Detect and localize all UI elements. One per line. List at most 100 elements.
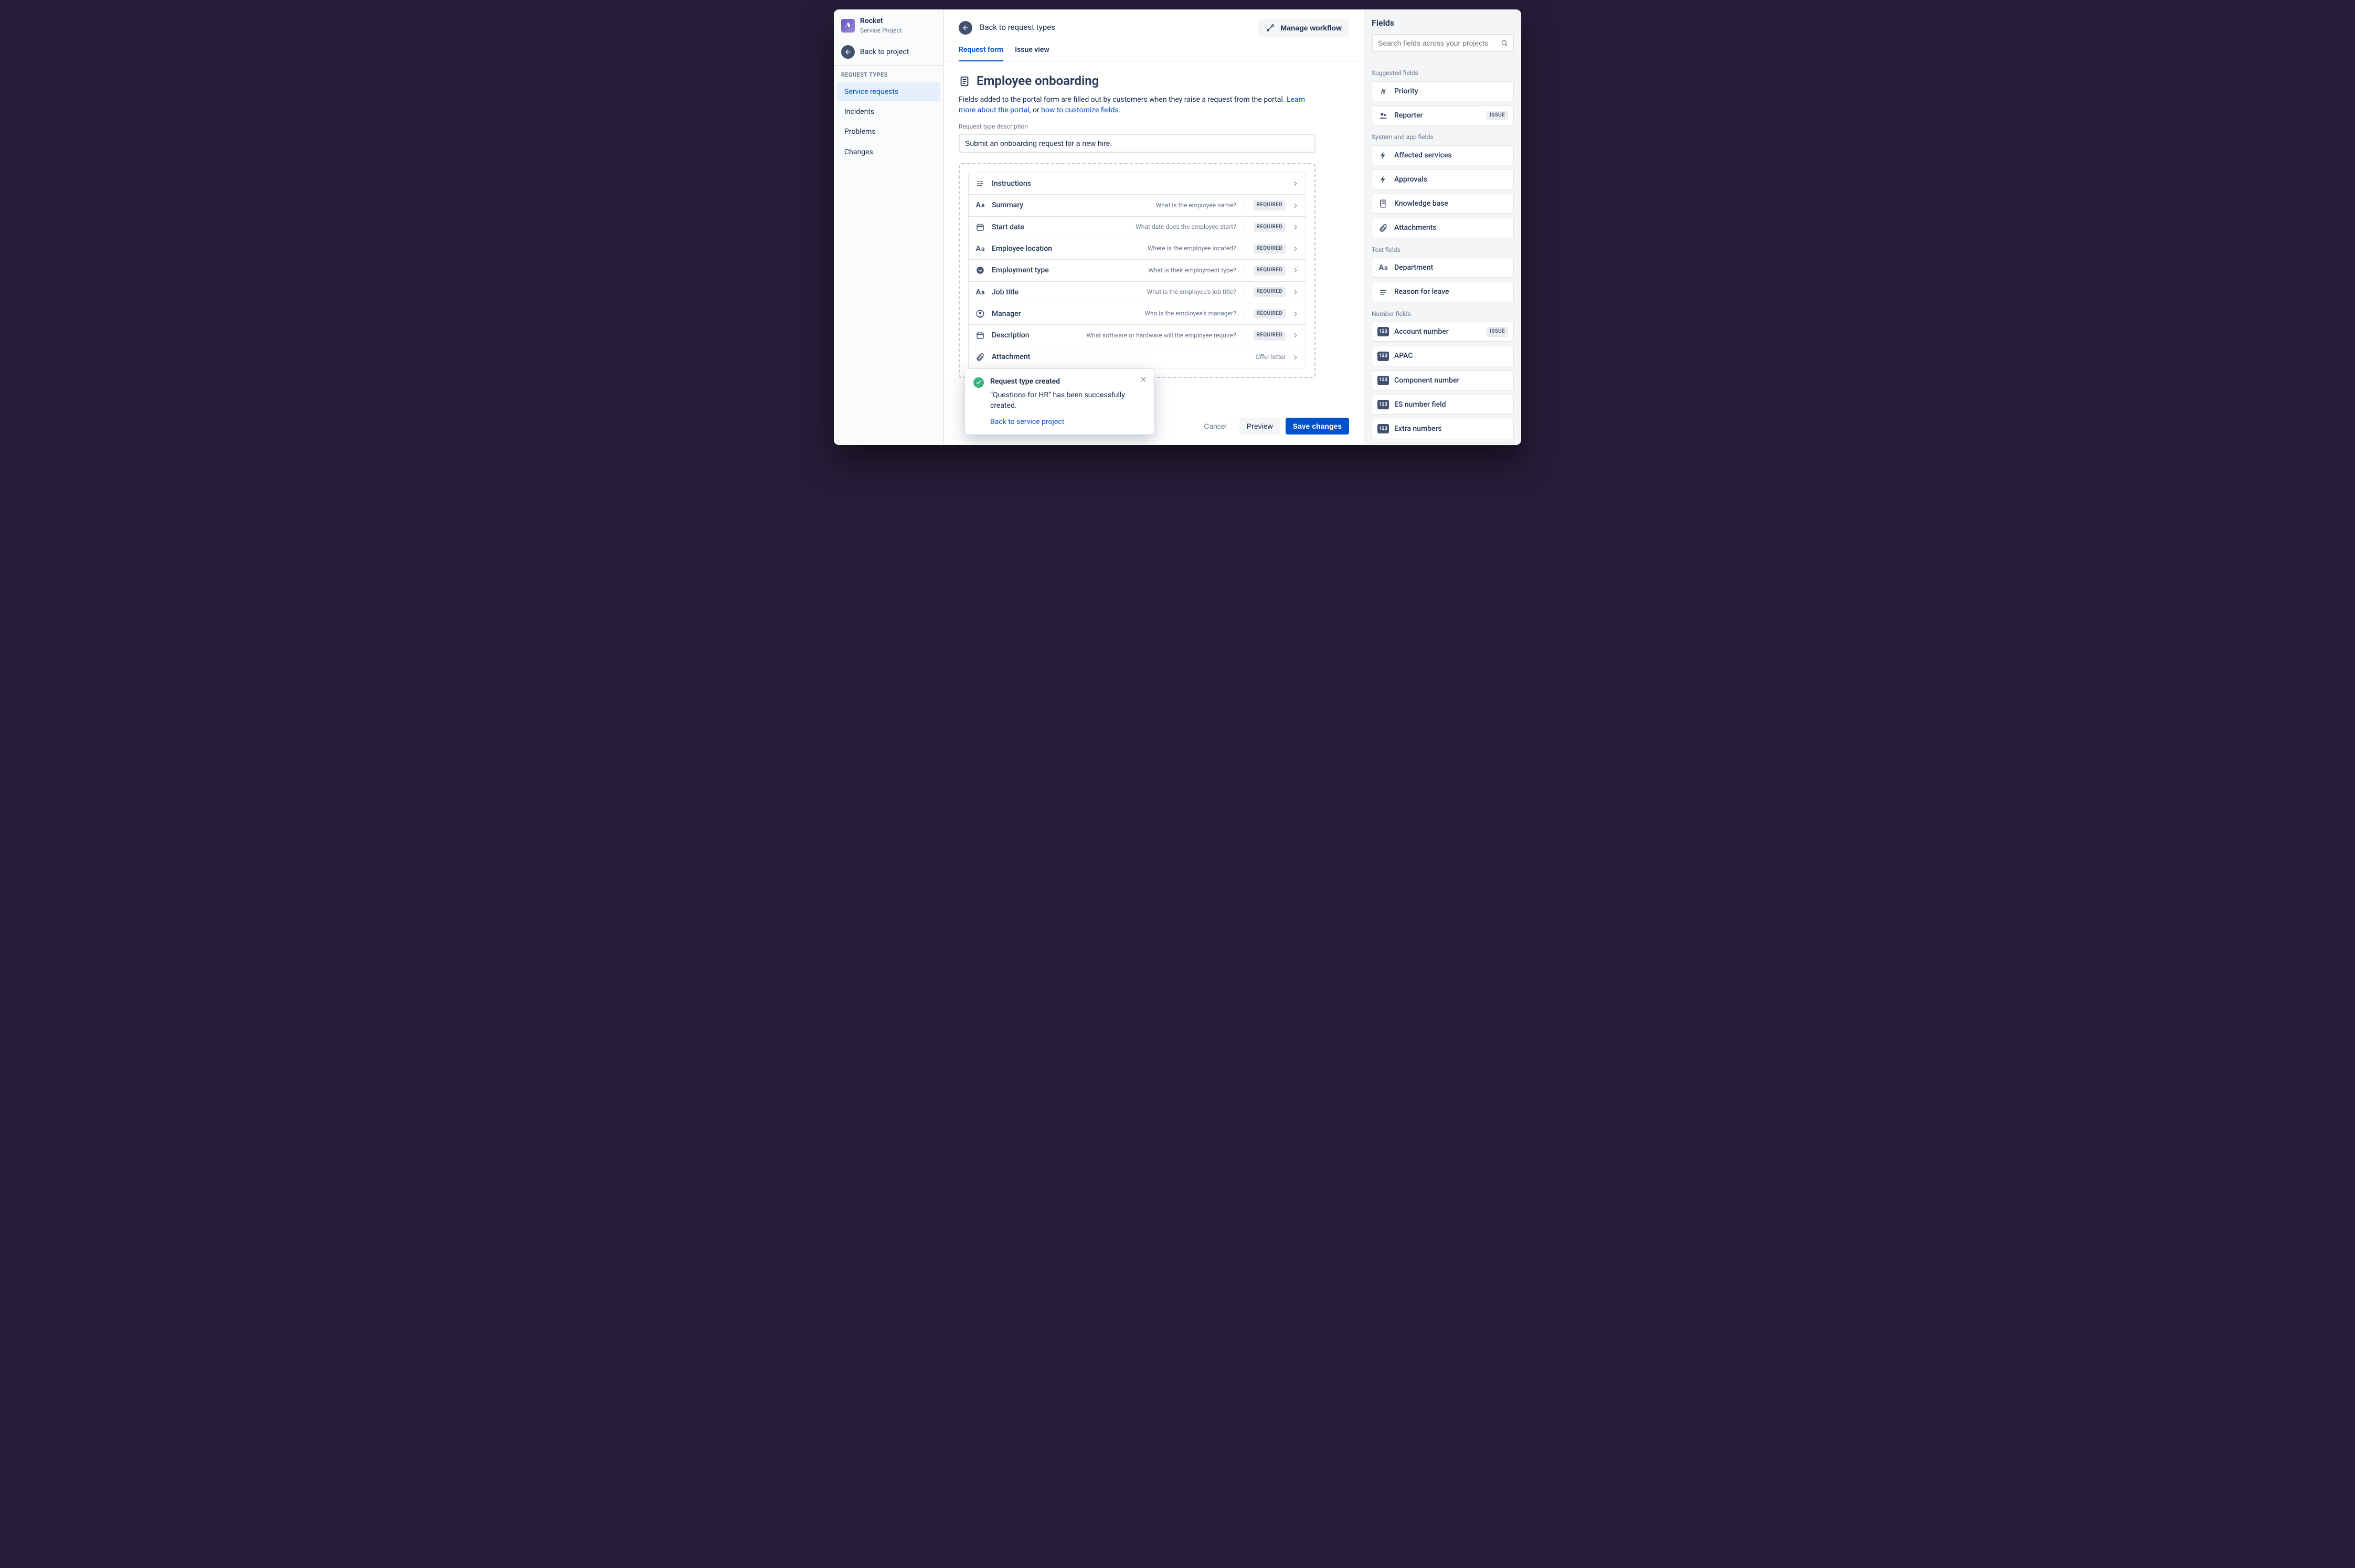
sidebar-item[interactable]: Incidents — [837, 102, 940, 121]
form-field-row[interactable]: AttachmentOffer letter — [968, 346, 1306, 368]
field-name: Knowledge base — [1394, 198, 1448, 209]
chevron-right-icon — [1292, 224, 1299, 231]
sidebar-item[interactable]: Changes — [837, 143, 940, 162]
toast-close-button[interactable] — [1138, 374, 1149, 385]
form-field-row[interactable]: AaJob titleWhat is the employee's job ti… — [968, 281, 1306, 303]
field-type-icon — [1377, 175, 1389, 184]
field-card[interactable]: Priority — [1372, 81, 1514, 101]
field-name: Account number — [1394, 326, 1449, 337]
field-card[interactable]: 123 APAC — [1372, 346, 1514, 366]
toast-title: Request type created — [990, 376, 1145, 387]
field-card[interactable]: 123ES number field — [1372, 395, 1514, 415]
field-card[interactable]: Knowledge base — [1372, 194, 1514, 214]
field-name: Approvals — [1394, 174, 1427, 185]
field-card[interactable]: Affected services — [1372, 145, 1514, 165]
field-name: Employment type — [992, 265, 1049, 276]
fields-section-label: System and app fields — [1372, 133, 1514, 142]
field-type-icon: 123 — [1377, 424, 1389, 433]
content: Employee onboarding Fields added to the … — [944, 61, 1364, 410]
field-type-icon: 123 — [1377, 352, 1389, 361]
chevron-right-icon — [1292, 332, 1299, 339]
field-name: Reporter — [1394, 110, 1423, 121]
sidebar-item[interactable]: Problems — [837, 122, 940, 141]
form-field-row[interactable]: Employment type What is their employment … — [968, 259, 1306, 281]
chevron-right-icon — [1292, 354, 1299, 361]
search-icon — [1500, 39, 1509, 47]
form-field-row[interactable]: ManagerWho is the employee's manager?REQ… — [968, 303, 1306, 325]
chevron-right-icon — [1292, 180, 1299, 187]
success-icon — [973, 377, 984, 388]
field-type-icon — [1377, 111, 1389, 120]
required-badge: REQUIRED — [1254, 266, 1286, 276]
preview-button[interactable]: Preview — [1239, 418, 1280, 435]
project-name: Rocket — [860, 16, 902, 26]
cancel-button[interactable]: Cancel — [1196, 418, 1234, 435]
field-card[interactable]: 123Component number — [1372, 370, 1514, 390]
field-name: APAC — [1394, 351, 1413, 361]
back-to-project[interactable]: Back to project — [834, 39, 943, 65]
field-type-icon — [975, 331, 985, 340]
issue-badge: ISSUE — [1487, 111, 1508, 121]
tab[interactable]: Request form — [959, 45, 1003, 61]
form-field-row[interactable]: AaEmployee locationWhere is the employee… — [968, 238, 1306, 260]
field-name: Attachments — [1394, 223, 1436, 233]
field-helper: What is the employee name? — [1156, 201, 1236, 210]
tabs: Request form Issue view — [944, 37, 1364, 61]
form-dropzone[interactable]: Instructions Aa Summary What is the employe… — [959, 163, 1316, 378]
field-card[interactable]: AaDepartment — [1372, 258, 1514, 278]
form-field-row[interactable]: Start dateWhat date does the employee st… — [968, 216, 1306, 238]
chevron-right-icon — [1292, 310, 1299, 317]
arrow-left-icon — [959, 21, 972, 35]
project-type: Service Project — [860, 26, 902, 35]
fields-search[interactable] — [1372, 34, 1514, 52]
chevron-right-icon — [1292, 289, 1299, 296]
description-input[interactable] — [959, 134, 1316, 153]
field-helper: What is their employment type? — [1148, 266, 1236, 275]
field-name: Extra numbers — [1394, 423, 1442, 434]
required-badge: REQUIRED — [1254, 309, 1286, 319]
title-row: Employee onboarding — [959, 72, 1349, 90]
fields-search-input[interactable] — [1377, 38, 1500, 48]
form-field-row[interactable]: DescriptionWhat software or hardware wil… — [968, 324, 1306, 346]
field-card[interactable]: Attachments — [1372, 218, 1514, 238]
field-card[interactable]: 123Flag number — [1372, 443, 1514, 445]
toast-link[interactable]: Back to service project — [990, 417, 1145, 427]
description-label: Request type description — [959, 122, 1349, 131]
tab[interactable]: Issue view — [1015, 45, 1049, 61]
field-type-icon: 123 — [1377, 376, 1389, 385]
field-card[interactable]: Reason for leave — [1372, 282, 1514, 302]
field-card[interactable]: Approvals — [1372, 169, 1514, 189]
issue-badge: ISSUE — [1487, 327, 1508, 337]
section-label: REQUEST TYPES — [834, 66, 943, 82]
field-card[interactable]: 123 Account number ISSUE — [1372, 322, 1514, 342]
document-icon — [959, 75, 970, 88]
customize-fields-link[interactable]: how to customize fields — [1041, 106, 1118, 114]
page-description: Fields added to the portal form are fill… — [959, 94, 1316, 116]
field-helper: What date does the employee start? — [1136, 223, 1236, 231]
field-card[interactable]: 123 Extra numbers — [1372, 419, 1514, 439]
back-to-request-types[interactable]: Back to request types — [959, 21, 1055, 35]
field-card[interactable]: Reporter ISSUE — [1372, 105, 1514, 125]
workflow-icon — [1266, 23, 1275, 33]
project-header[interactable]: Rocket Service Project — [834, 12, 943, 39]
back-to-project-label: Back to project — [860, 47, 909, 57]
form-list: Instructions Aa Summary What is the employe… — [968, 173, 1306, 368]
save-button[interactable]: Save changes — [1286, 418, 1349, 435]
field-name: Description — [992, 330, 1030, 341]
form-field-row[interactable]: AaSummaryWhat is the employee name?REQUI… — [968, 194, 1306, 216]
sidebar-item[interactable]: Service requests — [837, 82, 940, 101]
form-field-row[interactable]: Instructions — [968, 173, 1306, 195]
fields-section-label: Suggested fields — [1372, 69, 1514, 78]
field-type-icon: Aa — [975, 243, 985, 254]
workflow-label: Manage workflow — [1280, 24, 1342, 32]
manage-workflow-button[interactable]: Manage workflow — [1258, 19, 1349, 37]
field-type-icon: Aa — [975, 200, 985, 210]
field-helper: Offer letter — [1256, 353, 1286, 362]
topbar: Back to request types Manage workflow — [944, 9, 1364, 37]
field-type-icon: 123 — [1377, 327, 1389, 336]
nav-list: Service requestsIncidentsProblems Changes — [834, 82, 943, 163]
field-name: Summary — [992, 200, 1023, 210]
field-type-icon — [1377, 288, 1389, 297]
app-frame: Rocket Service Project Back to project R… — [834, 9, 1521, 445]
chevron-right-icon — [1292, 202, 1299, 209]
